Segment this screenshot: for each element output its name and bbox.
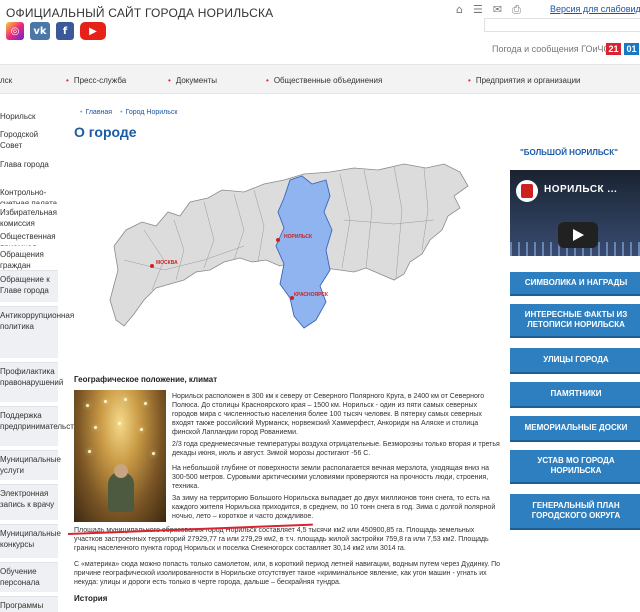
weather-link[interactable]: Погода и сообщения ГОиЧС bbox=[492, 44, 610, 54]
russia-map-svg: НОРИЛЬСК КРАСНОЯРСК МОСКВА bbox=[109, 163, 469, 329]
paragraph-location: Норильск расположен в 300 км к северу от… bbox=[172, 393, 485, 436]
sidebar-item-norilsk[interactable]: Норильск bbox=[0, 108, 58, 122]
button-memorial-plaques[interactable]: МЕМОРИАЛЬНЫЕ ДОСКИ bbox=[510, 416, 640, 442]
temperature-badge: 21 bbox=[606, 43, 621, 55]
button-monuments[interactable]: ПАМЯТНИКИ bbox=[510, 382, 640, 408]
sitemap-icon[interactable]: ☰ bbox=[473, 3, 483, 17]
norilsk-label: НОРИЛЬСК bbox=[284, 234, 313, 240]
button-streets[interactable]: УЛИЦЫ ГОРОДА bbox=[510, 348, 640, 374]
mail-icon[interactable]: ✉ bbox=[493, 3, 502, 17]
russia-map: НОРИЛЬСК КРАСНОЯРСК МОСКВА bbox=[104, 150, 474, 360]
video-player[interactable]: НОРИЛЬСК ... bbox=[510, 170, 640, 256]
moscow-dot bbox=[150, 264, 154, 268]
section-geography-heading: Географическое положение, климат bbox=[74, 375, 218, 384]
main-nav: лск • Пресс-служба • Документы • Общественн… bbox=[0, 64, 640, 94]
breadcrumb-city[interactable]: Город Норильск bbox=[126, 109, 178, 116]
header: ОФИЦИАЛЬНЫЙ САЙТ ГОРОДА НОРИЛЬСКА ◎ vk f… bbox=[0, 0, 640, 64]
button-master-plan[interactable]: ГЕНЕРАЛЬНЫЙ ПЛАН ГОРОДСКОГО ОКРУГА bbox=[510, 494, 640, 530]
video-title[interactable]: НОРИЛЬСК ... bbox=[544, 184, 617, 195]
nav-item-press[interactable]: • Пресс-служба bbox=[66, 76, 126, 85]
city-photo bbox=[74, 390, 166, 522]
home-icon[interactable]: ⌂ bbox=[456, 3, 463, 17]
section-history-heading: История bbox=[74, 594, 108, 603]
sidebar-item-training[interactable]: Обучение персонала bbox=[0, 562, 58, 592]
krasnoyarsk-label: КРАСНОЯРСК bbox=[294, 292, 329, 298]
krasnoyarsk-region bbox=[275, 175, 333, 329]
sidebar-item-council[interactable]: Городской Совет bbox=[0, 126, 58, 151]
breadcrumb: • Главная • Город Норильск bbox=[80, 109, 178, 116]
search-input[interactable] bbox=[484, 18, 640, 32]
nav-item-enterprises[interactable]: • Предприятия и организации bbox=[468, 76, 581, 85]
sidebar-item-anticorruption[interactable]: Антикоррупционная политика bbox=[0, 306, 74, 358]
sidebar-item-prevention[interactable]: Профилактика правонарушений bbox=[0, 362, 63, 402]
button-facts[interactable]: ИНТЕРЕСНЫЕ ФАКТЫ ИЗ ЛЕТОПИСИ НОРИЛЬСКА bbox=[510, 304, 640, 338]
sidebar-item-election[interactable]: Избирательная комиссия bbox=[0, 204, 58, 229]
sidebar-item-contests[interactable]: Муниципальные конкурсы bbox=[0, 524, 61, 558]
youtube-icon[interactable]: ▶ bbox=[80, 22, 106, 40]
paragraph-temperature: 2/3 года среднемесячные температуры возд… bbox=[172, 441, 500, 457]
sidebar-item-appeal-head[interactable]: Обращение к Главе города bbox=[0, 270, 58, 302]
print-icon[interactable]: ⎙ bbox=[512, 3, 521, 17]
button-charter[interactable]: УСТАВ МО ГОРОДА НОРИЛЬСКА bbox=[510, 450, 640, 484]
norilsk-dot bbox=[276, 238, 280, 242]
social-links: ◎ vk f ▶ bbox=[6, 22, 106, 40]
big-norilsk-title: "БОЛЬШОЙ НОРИЛЬСК" bbox=[520, 148, 618, 157]
page-title: О городе bbox=[74, 124, 137, 140]
sidebar-item-programs[interactable]: Программы bbox=[0, 596, 58, 612]
paragraph-transport: С «материка» сюда можно попасть только с… bbox=[74, 561, 501, 586]
nav-item-documents[interactable]: • Документы bbox=[168, 76, 217, 85]
paragraph-permafrost: На небольшой глубине от поверхности земл… bbox=[172, 465, 489, 490]
photo-person bbox=[108, 472, 134, 512]
facebook-icon[interactable]: f bbox=[56, 22, 74, 40]
button-symbols[interactable]: СИМВОЛИКА И НАГРАДЫ bbox=[510, 272, 640, 296]
vk-icon[interactable]: vk bbox=[30, 22, 50, 40]
site-title[interactable]: ОФИЦИАЛЬНЫЙ САЙТ ГОРОДА НОРИЛЬСКА bbox=[6, 6, 273, 20]
instagram-icon[interactable]: ◎ bbox=[6, 22, 24, 40]
channel-logo-icon bbox=[516, 180, 538, 202]
breadcrumb-home[interactable]: Главная bbox=[85, 109, 112, 116]
nav-item-public-associations[interactable]: • Общественные объединения bbox=[266, 76, 382, 85]
nav-item-glava[interactable]: лск bbox=[0, 76, 12, 85]
sidebar-item-appeals[interactable]: Обращения граждан bbox=[0, 246, 58, 271]
moscow-label: МОСКВА bbox=[156, 260, 178, 266]
sidebar-item-doctor[interactable]: Электронная запись к врачу bbox=[0, 484, 58, 520]
accessibility-version-link[interactable]: Версия для слабовидящих bbox=[550, 4, 640, 14]
top-icons: ⌂ ☰ ✉ ⎙ bbox=[456, 3, 521, 17]
sidebar-item-services[interactable]: Муниципальные услуги bbox=[0, 450, 61, 480]
date-badge: 01 bbox=[624, 43, 639, 55]
paragraph-snow: За зиму на территорию Большого Норильска… bbox=[172, 495, 496, 520]
play-icon[interactable] bbox=[558, 222, 598, 248]
sidebar-item-head[interactable]: Глава города bbox=[0, 156, 58, 170]
sidebar-item-business[interactable]: Поддержка предпринимательства bbox=[0, 406, 83, 446]
